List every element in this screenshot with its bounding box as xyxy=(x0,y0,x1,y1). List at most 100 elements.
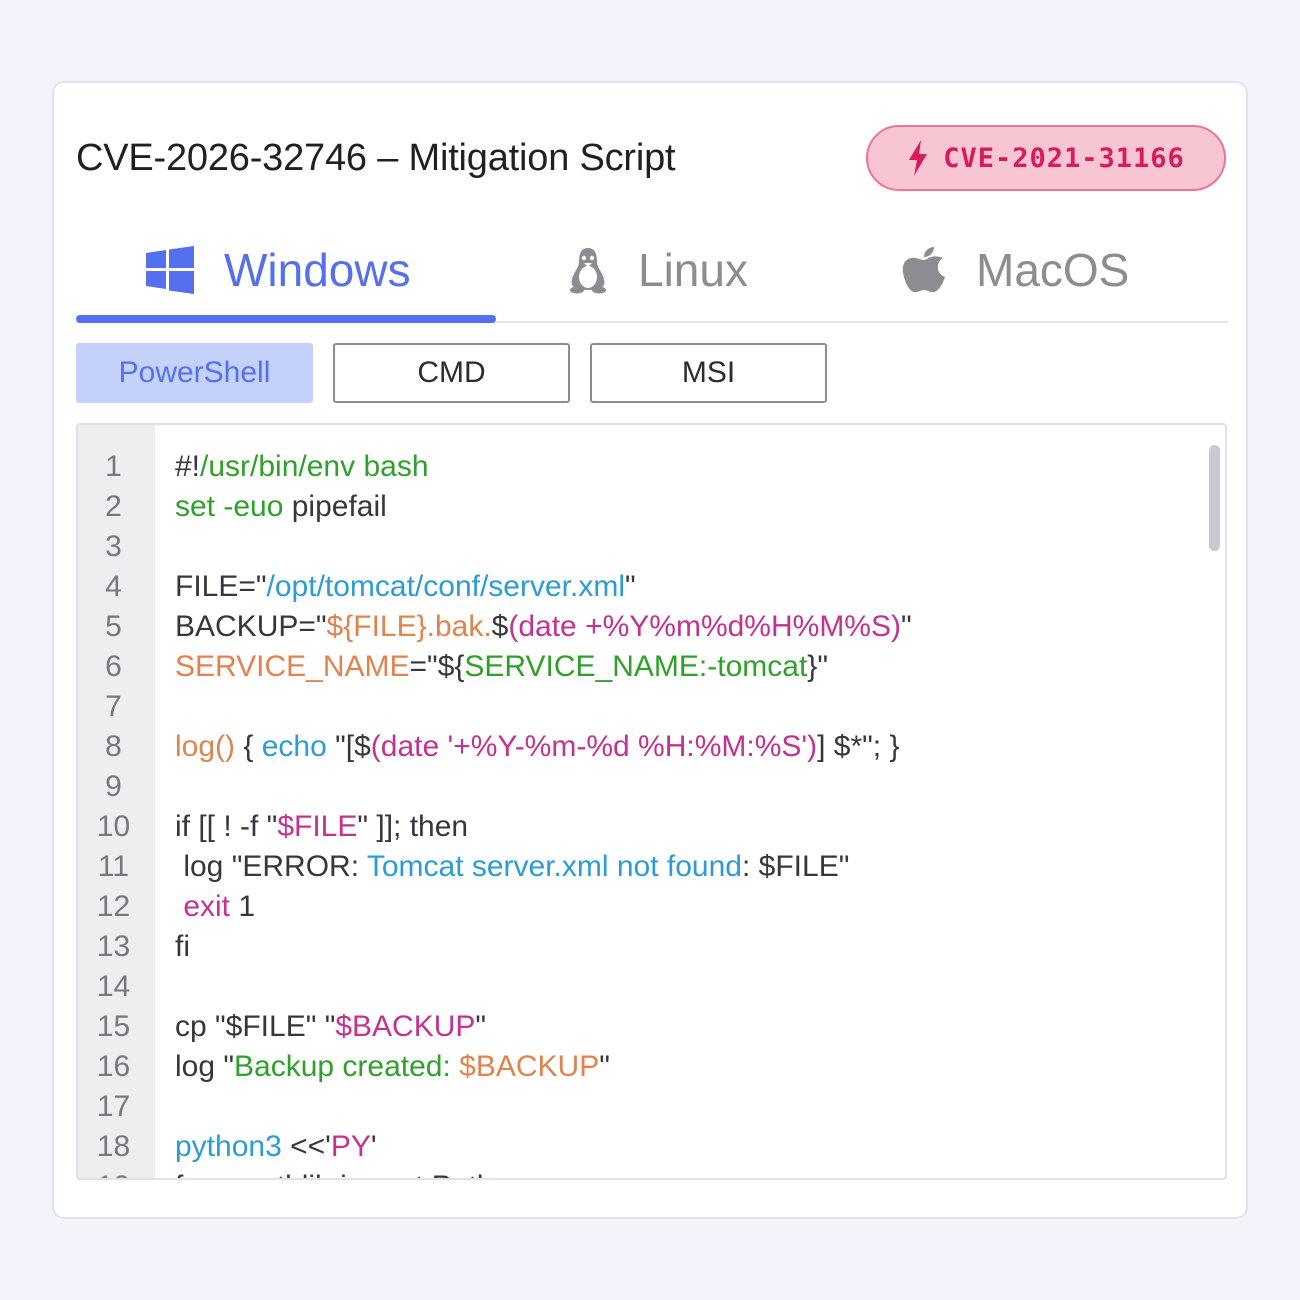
tab-msi[interactable]: MSI xyxy=(590,343,827,403)
page-title: CVE-2026-32746 – Mitigation Script xyxy=(76,137,676,179)
code-token: $ xyxy=(491,610,509,643)
line-number: 1 xyxy=(105,450,122,483)
code-token: 1 xyxy=(230,890,256,923)
lightning-bolt-icon xyxy=(909,140,928,176)
code-token: fi xyxy=(175,930,190,963)
code-token: $BACKUP xyxy=(459,1050,600,1083)
os-tab-bar: Windows Linux MacOS xyxy=(76,223,1228,323)
code-token: from pathlib import Path xyxy=(175,1170,493,1178)
code-token: set -euo xyxy=(175,490,284,523)
line-number: 17 xyxy=(96,1090,131,1123)
code-line: 18 python3 <<'PY' xyxy=(78,1127,1225,1167)
tab-windows-label: Windows xyxy=(224,244,411,296)
tab-linux-label: Linux xyxy=(638,244,748,296)
code-token: <<' xyxy=(281,1130,331,1163)
code-token: $BACKUP xyxy=(335,1010,476,1043)
code-token: " xyxy=(900,610,912,643)
code-line: 10 if [[ ! -f "$FILE" ]]; then xyxy=(78,807,1225,847)
code-line: 12 exit 1 xyxy=(78,887,1225,927)
code-line: 16 log "Backup created: $BACKUP" xyxy=(78,1047,1225,1087)
line-number: 3 xyxy=(105,530,122,563)
mitigation-script-card: CVE-2026-32746 – Mitigation Script CVE-2… xyxy=(52,81,1248,1219)
code-text: log "Backup created: $BACKUP" xyxy=(155,1050,610,1084)
code-line: 4 FILE="/opt/tomcat/conf/server.xml" xyxy=(78,567,1225,607)
code-token: (date '+%Y-%m-%d %H:%M:%S') xyxy=(370,730,818,763)
line-number: 9 xyxy=(105,770,122,803)
line-number: 5 xyxy=(105,610,122,643)
code-text: SERVICE_NAME="${SERVICE_NAME:-tomcat}" xyxy=(155,650,828,684)
code-token: if [[ ! -f " xyxy=(175,810,278,843)
code-line: 8 log() { echo "[$(date '+%Y-%m-%d %H:%M:… xyxy=(78,727,1225,767)
code-token: }" xyxy=(807,650,828,683)
linux-tux-icon xyxy=(570,248,606,294)
code-token: $FILE xyxy=(277,810,358,843)
code-token: /opt/tomcat/conf/server.xml xyxy=(266,570,625,603)
code-text: log "ERROR: Tomcat server.xml not found:… xyxy=(155,850,849,884)
code-token: ' xyxy=(370,1130,377,1163)
code-line: 17 xyxy=(78,1087,1225,1127)
line-number: 18 xyxy=(96,1130,131,1163)
code-token: : $FILE" xyxy=(742,850,850,883)
code-token: cp "$FILE" " xyxy=(175,1010,336,1043)
code-token: #! xyxy=(175,450,201,483)
editor-scrollbar[interactable] xyxy=(1209,445,1220,551)
code-line: 7 xyxy=(78,687,1225,727)
code-token: log " xyxy=(175,1050,235,1083)
code-token: " ]]; then xyxy=(357,810,469,843)
line-number: 8 xyxy=(105,730,122,763)
apple-icon xyxy=(902,247,945,293)
code-text: #!/usr/bin/env bash xyxy=(155,450,429,484)
line-number: 12 xyxy=(96,890,131,923)
code-line: 13 fi xyxy=(78,927,1225,967)
code-line: 5 BACKUP="${FILE}.bak.$(date +%Y%m%d%H%M%… xyxy=(78,607,1225,647)
line-number: 4 xyxy=(105,570,122,603)
line-number: 2 xyxy=(105,490,122,523)
code-token: Backup created: xyxy=(234,1050,460,1083)
code-token: python3 xyxy=(175,1130,282,1163)
code-token: ="${ xyxy=(409,650,465,683)
code-line: 9 xyxy=(78,767,1225,807)
code-token: (date +%Y%m%d%H%M%S) xyxy=(508,610,901,643)
tab-macos-label: MacOS xyxy=(976,244,1130,296)
code-text: from pathlib import Path xyxy=(155,1170,493,1178)
code-line: 6 SERVICE_NAME="${SERVICE_NAME:-tomcat}" xyxy=(78,647,1225,687)
code-token: "[$ xyxy=(326,730,371,763)
tab-macos[interactable]: MacOS xyxy=(902,237,1129,303)
code-token: " xyxy=(625,570,636,603)
code-token: log() xyxy=(175,730,236,763)
code-line: 3 xyxy=(78,527,1225,567)
active-tab-indicator xyxy=(76,315,496,323)
code-token: /usr/bin/env bash xyxy=(200,450,429,483)
code-text: FILE="/opt/tomcat/conf/server.xml" xyxy=(155,570,636,604)
code-text: exit 1 xyxy=(155,890,255,924)
code-line: 19 from pathlib import Path xyxy=(78,1167,1225,1178)
code-line: 1 #!/usr/bin/env bash xyxy=(78,447,1225,487)
code-token: exit xyxy=(175,890,231,923)
line-number: 11 xyxy=(97,850,130,883)
code-token: SERVICE_NAME:-tomcat xyxy=(464,650,808,683)
code-token: log "ERROR: xyxy=(175,850,367,883)
code-line: 14 xyxy=(78,967,1225,1007)
code-line: 11 log "ERROR: Tomcat server.xml not fou… xyxy=(78,847,1225,887)
line-number: 10 xyxy=(96,810,131,843)
code-token: " xyxy=(475,1010,487,1043)
code-token: ] $*"; } xyxy=(817,730,900,763)
code-text: python3 <<'PY' xyxy=(155,1130,377,1164)
code-line: 15 cp "$FILE" "$BACKUP" xyxy=(78,1007,1225,1047)
line-number: 14 xyxy=(96,970,131,1003)
code-token: PY xyxy=(330,1130,371,1163)
tab-windows[interactable]: Windows xyxy=(146,237,411,303)
code-token: { xyxy=(235,730,262,763)
code-token: BACKUP=" xyxy=(175,610,327,643)
code-token: FILE=" xyxy=(175,570,267,603)
cve-badge[interactable]: CVE-2021-31166 xyxy=(866,125,1226,191)
windows-icon xyxy=(146,246,194,294)
tab-powershell[interactable]: PowerShell xyxy=(76,343,313,403)
code-token: echo xyxy=(261,730,327,763)
tab-cmd[interactable]: CMD xyxy=(333,343,570,403)
tab-linux[interactable]: Linux xyxy=(568,237,748,303)
code-lines: 1 #!/usr/bin/env bash 2 set -euo pipefail 3 4… xyxy=(78,447,1225,1178)
code-editor[interactable]: 1 #!/usr/bin/env bash 2 set -euo pipefail 3 4… xyxy=(76,423,1227,1180)
line-number: 15 xyxy=(96,1010,131,1043)
line-number: 19 xyxy=(78,1170,155,1178)
